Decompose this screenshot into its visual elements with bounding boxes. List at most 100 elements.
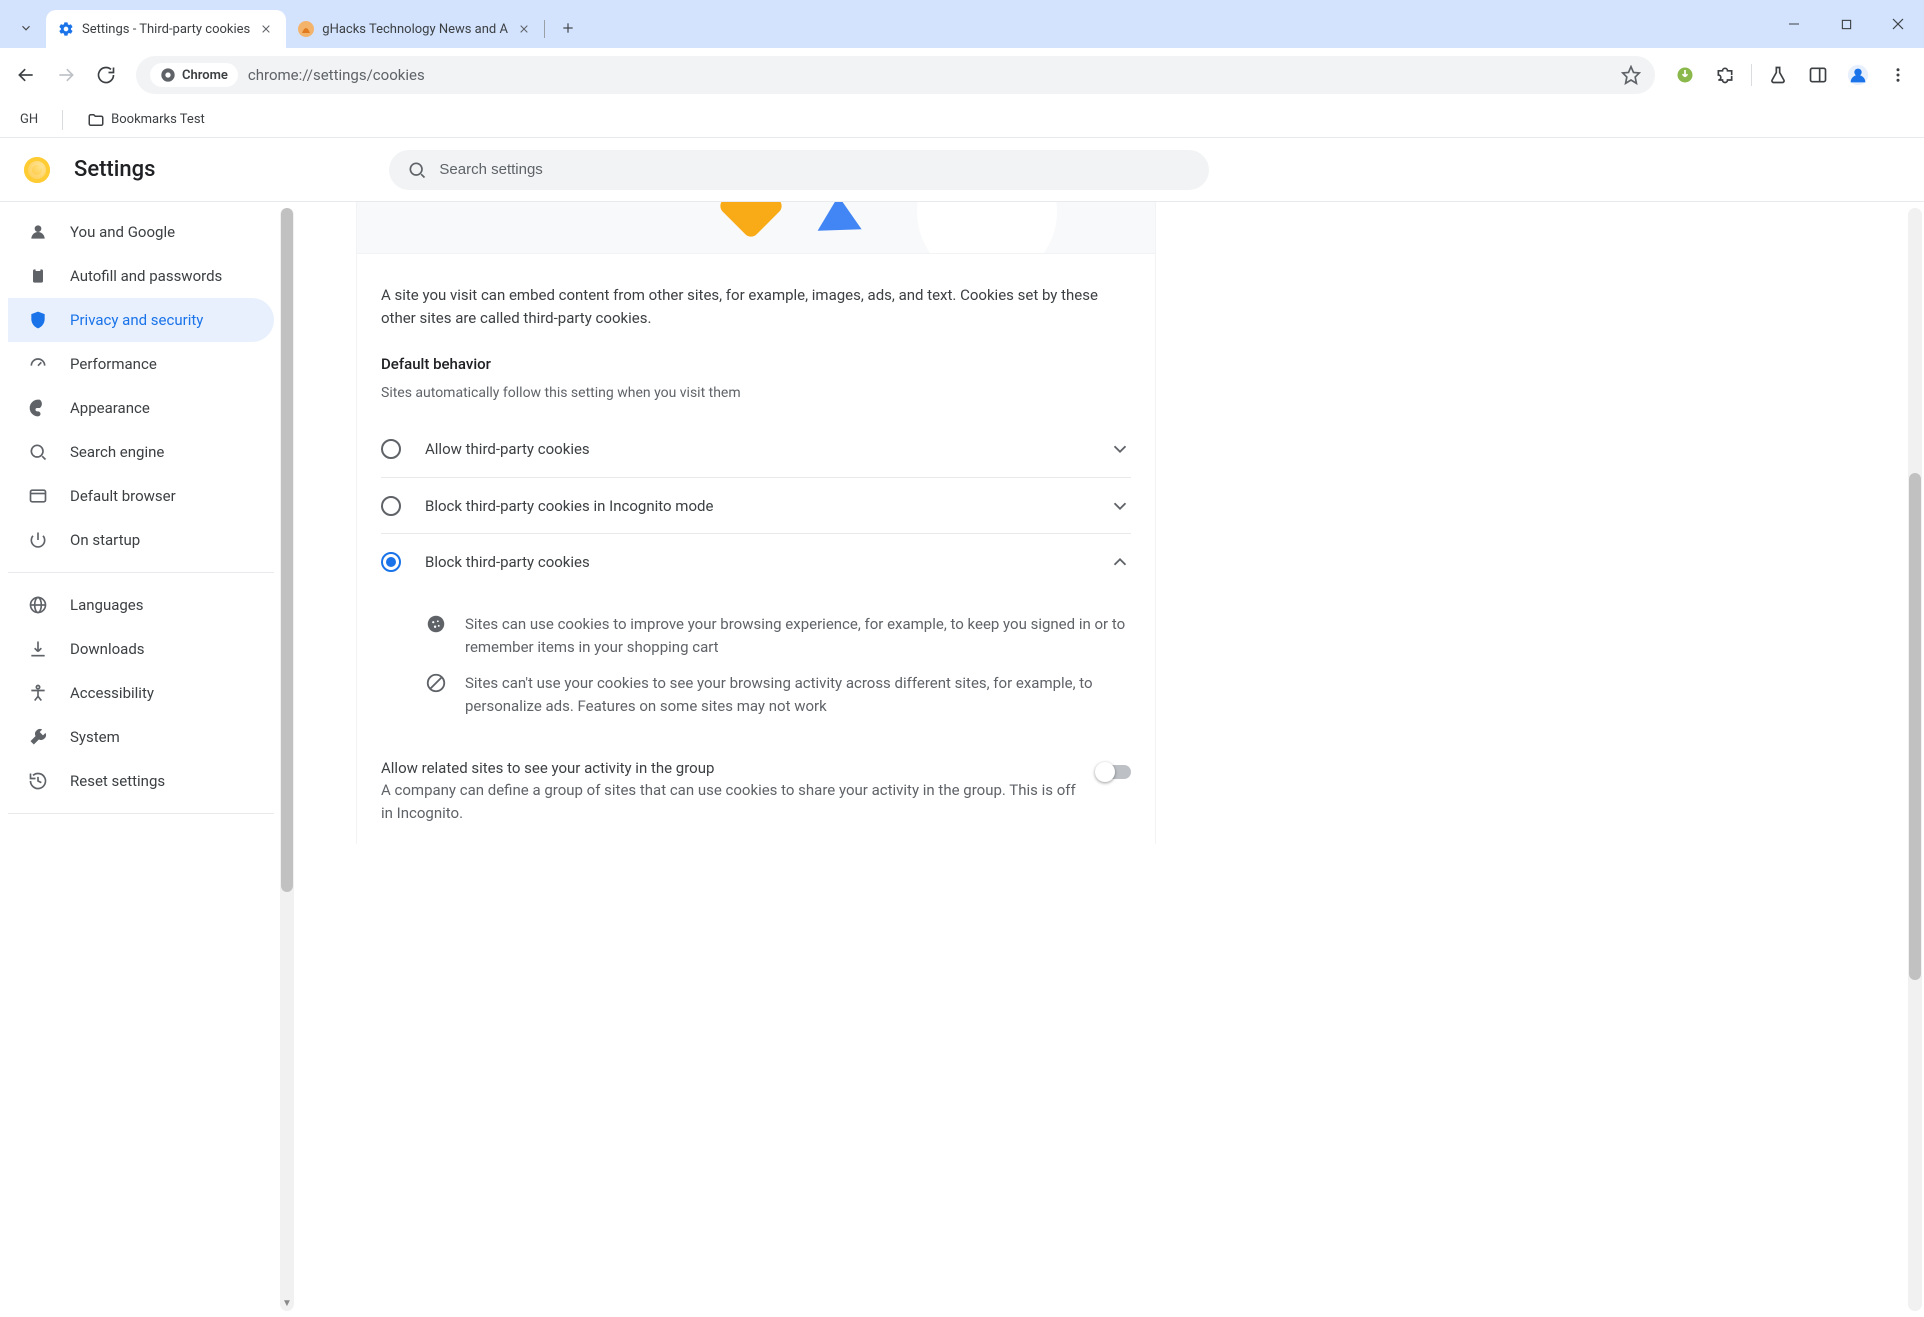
tab-ghacks[interactable]: gHacks Technology News and A [286,10,544,48]
related-sites-switch[interactable] [1097,765,1131,779]
sidebar-item-default-browser[interactable]: Default browser [8,474,274,518]
profile-avatar[interactable] [1840,57,1876,93]
back-button[interactable] [8,57,44,93]
radio-icon[interactable] [381,439,401,459]
tab-strip: Settings - Third-party cookies gHacks Te… [0,0,1924,48]
intro-text: A site you visit can embed content from … [381,284,1131,329]
radio-icon[interactable] [381,552,401,572]
tab-settings-cookies[interactable]: Settings - Third-party cookies [46,10,286,48]
sidebar-item-performance[interactable]: Performance [8,342,274,386]
globe-icon [28,595,48,615]
option-label: Block third-party cookies [425,553,1109,571]
option-incognito[interactable]: Block third-party cookies in Incognito m… [381,477,1131,533]
sidebar-scrollbar[interactable]: ▼ [280,208,294,1311]
content-scrollbar[interactable] [1908,208,1922,1311]
bookmarks-bar: GH Bookmarks Test [0,102,1924,138]
reload-button[interactable] [88,57,124,93]
related-sites-toggle-row: Allow related sites to see your activity… [381,759,1131,824]
browser-window-icon [28,486,48,506]
collapse-icon[interactable] [1109,551,1131,573]
tab-title: Settings - Third-party cookies [82,22,250,37]
search-settings[interactable] [389,150,1209,190]
sidebar-item-on-startup[interactable]: On startup [8,518,274,562]
option-label: Allow third-party cookies [425,440,1109,458]
labs-icon[interactable] [1760,57,1796,93]
sidebar-item-label: Privacy and security [70,311,203,329]
minimize-button[interactable] [1768,0,1820,48]
clipboard-icon [28,266,48,286]
settings-content: A site you visit can embed content from … [296,202,1924,1317]
site-chip-label: Chrome [182,68,228,83]
folder-icon [87,111,105,129]
sidebar-item-downloads[interactable]: Downloads [8,627,274,671]
sidebar-item-system[interactable]: System [8,715,274,759]
address-bar[interactable]: Chrome chrome://settings/cookies [136,56,1655,94]
speedometer-icon [28,354,48,374]
side-panel-icon[interactable] [1800,57,1836,93]
palette-icon [28,398,48,418]
settings-sidebar: You and Google Autofill and passwords Pr… [0,202,296,1317]
option-label: Block third-party cookies in Incognito m… [425,497,1109,515]
sidebar-item-reset[interactable]: Reset settings [8,759,274,803]
option-block-details: Sites can use cookies to improve your br… [381,589,1131,741]
sidebar-divider [8,813,274,814]
sidebar-item-appearance[interactable]: Appearance [8,386,274,430]
sidebar-item-label: Reset settings [70,772,165,790]
bookmark-label: Bookmarks Test [111,112,205,127]
close-tab-button[interactable] [516,21,532,37]
close-tab-button[interactable] [258,21,274,37]
bookmark-folder-test[interactable]: Bookmarks Test [79,107,213,133]
bookmark-gh[interactable]: GH [12,108,46,131]
sidebar-item-you-and-google[interactable]: You and Google [8,210,274,254]
kebab-menu[interactable] [1880,57,1916,93]
window-controls [1768,0,1924,48]
sidebar-item-accessibility[interactable]: Accessibility [8,671,274,715]
scrollbar-thumb[interactable] [1909,473,1921,980]
sidebar-item-autofill[interactable]: Autofill and passwords [8,254,274,298]
expand-icon[interactable] [1109,495,1131,517]
sidebar-item-label: Accessibility [70,684,154,702]
close-window-button[interactable] [1872,0,1924,48]
sidebar-item-label: Downloads [70,640,145,658]
new-tab-button[interactable] [554,14,582,42]
bookmark-star[interactable] [1621,65,1641,85]
section-title: Default behavior [381,355,1131,373]
sidebar-item-label: Languages [70,596,144,614]
settings-app: Settings You and Google Autofill and pas… [0,138,1924,1317]
radio-icon[interactable] [381,496,401,516]
ghacks-favicon-icon [298,21,314,37]
bookmarks-separator [62,110,63,130]
shield-icon [28,310,48,330]
sidebar-item-languages[interactable]: Languages [8,583,274,627]
scroll-down-icon[interactable]: ▼ [280,1298,294,1309]
expand-icon[interactable] [1109,438,1131,460]
scrollbar-thumb[interactable] [281,208,293,892]
block-icon [425,672,447,694]
maximize-button[interactable] [1820,0,1872,48]
accessibility-icon [28,683,48,703]
tabs-dropdown-button[interactable] [12,14,40,42]
cookie-options: Allow third-party cookies Block third-pa… [381,421,1131,589]
option-block[interactable]: Block third-party cookies [381,533,1131,589]
page-title: Settings [74,157,155,182]
sidebar-item-label: Appearance [70,399,150,417]
download-manager-icon[interactable] [1667,57,1703,93]
site-chip[interactable]: Chrome [150,63,238,87]
option-allow[interactable]: Allow third-party cookies [381,421,1131,477]
wrench-icon [28,727,48,747]
extensions-icon[interactable] [1707,57,1743,93]
settings-gear-icon [58,21,74,37]
search-input[interactable] [439,161,1191,178]
toggle-title: Allow related sites to see your activity… [381,759,1077,777]
forward-button[interactable] [48,57,84,93]
sidebar-item-label: You and Google [70,223,175,241]
sidebar-item-search-engine[interactable]: Search engine [8,430,274,474]
bookmark-label: GH [20,112,38,127]
sidebar-item-label: On startup [70,531,140,549]
sidebar-divider [8,572,274,573]
download-icon [28,639,48,659]
settings-header: Settings [0,138,1924,202]
settings-logo-icon [24,157,50,183]
sidebar-item-privacy[interactable]: Privacy and security [8,298,274,342]
sidebar-item-label: Performance [70,355,157,373]
